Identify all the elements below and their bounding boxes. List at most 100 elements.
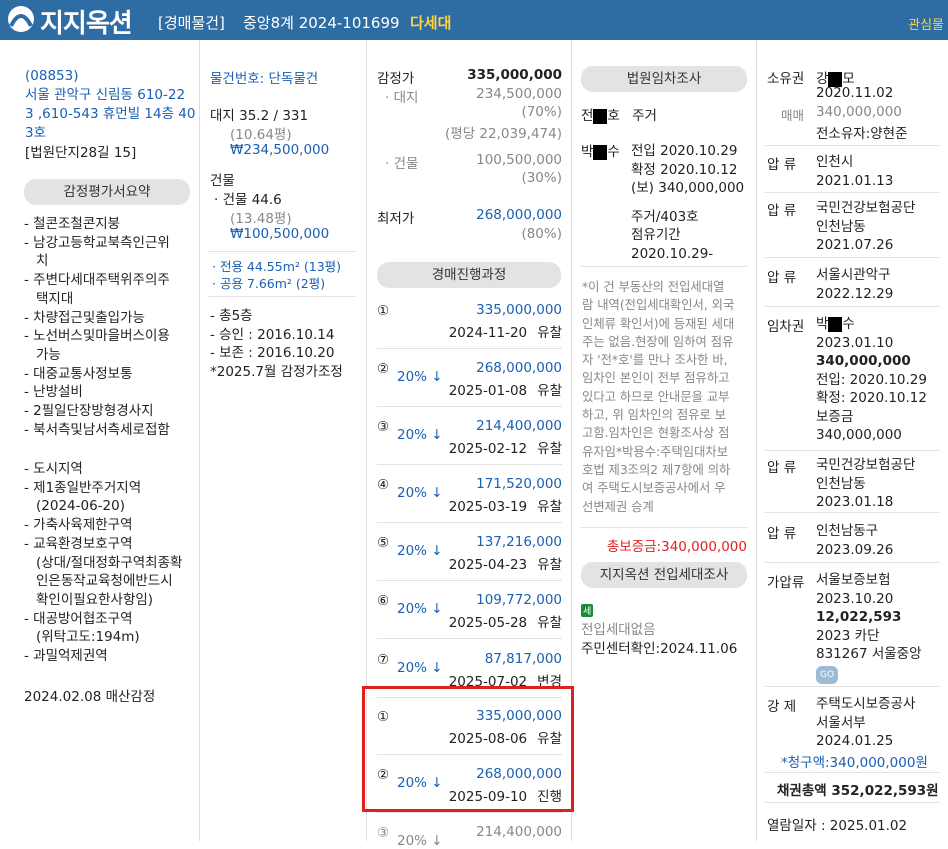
min-price-percent: (80%) (521, 226, 562, 242)
divider (765, 257, 940, 258)
summary-item: - 북서측및남서측세로접함 (24, 421, 196, 440)
lease-right: 박수 2023.01.10 340,000,000 전입: 2020.10.29… (816, 315, 927, 445)
appraisal-summary-button[interactable]: 감정평가서요약 (24, 179, 190, 205)
zoning-item-line: (2024-06-20) (36, 498, 125, 515)
claim-amount: *청구액:340,000,000원 (781, 755, 928, 771)
notice-line: 인체류 확인서)에 등재된 세대 (582, 316, 735, 331)
tenant-2-details: 전입 2020.10.29 확정 2020.10.12 (보) 340,000,… (631, 142, 744, 263)
divider (377, 580, 562, 581)
round-number: ⑤ (377, 535, 390, 551)
tenant-name-suffix: 호 (607, 108, 620, 124)
notice-line: *이 건 부동산의 전입세대열 (582, 280, 725, 294)
zoning-item-line: (위탁고도:194m) (36, 629, 140, 646)
round-result: 유찰 (537, 325, 562, 341)
divider (581, 266, 747, 267)
item-number: 물건번호: 단독물건 (210, 71, 319, 87)
building-pyeong: (13.48평) (230, 211, 292, 227)
divider (377, 348, 562, 349)
seizure-date: 2023.10.20 (816, 590, 894, 607)
column-divider (199, 40, 200, 841)
zoning-item: - 도시지역 (24, 460, 196, 479)
address-line: 서울 관악구 신림동 610-22 (25, 87, 186, 103)
zoning-item: - 대공방어협조구역 (위탁고도:194m) (24, 610, 196, 647)
divider (765, 512, 940, 513)
summary-item-line: - 북서측및남서측세로접함 (24, 421, 170, 438)
lease-date: 2023.01.10 (816, 334, 894, 351)
registry-line: 2023.01.18 (816, 494, 894, 510)
divider (765, 562, 940, 563)
previous-owner: 전소유자:양현준 (816, 126, 908, 142)
tenant-name-suffix: 수 (607, 144, 620, 160)
notice-line: 호법 제3조의2 제7항에 의하 (582, 462, 731, 477)
building-title: 건물 (210, 173, 235, 189)
court: 서울서부 (816, 714, 866, 731)
brand-name[interactable]: 지지옥션 (40, 3, 133, 40)
building-percent: (30%) (521, 170, 562, 186)
tenant-name: 전 (581, 108, 594, 124)
sale-label: 매매 (781, 108, 805, 123)
round-number: ⑦ (377, 652, 390, 668)
approval-date: - 승인 : 2016.10.14 (210, 326, 335, 343)
occupancy-period-label: 점유기간 (631, 227, 681, 243)
seizure-amount: 12,022,593 (816, 609, 902, 625)
lease-deposit: 340,000,000 (816, 427, 902, 443)
lease-deposit-label: 보증금 (816, 408, 854, 425)
land-percent: (70%) (521, 104, 562, 120)
no-households: 전입세대없음 (581, 622, 656, 638)
round-number: ③ (377, 419, 390, 435)
auction-process-button[interactable]: 경매진행과정 (377, 262, 561, 288)
round-date-result: 2025-02-12 유찰 (420, 437, 562, 457)
building-price: ₩100,500,000 (230, 226, 330, 242)
address-line: 3 ,610-543 휴먼빌 14층 40 (25, 106, 196, 122)
building-label: · 건물 (385, 156, 419, 172)
zoning-item-line: - 대공방어협조구역 (24, 610, 133, 627)
round-date-result: 2025-04-23 유찰 (420, 553, 562, 573)
registry-detail: 인천시 2021.01.13 (816, 153, 893, 190)
address-block[interactable]: (08853) 서울 관악구 신림동 610-22 3 ,610-543 휴먼빌… (25, 67, 196, 143)
go-button[interactable]: GO (816, 665, 839, 684)
redaction (828, 316, 843, 332)
favorite-link[interactable]: 관심물 (908, 14, 944, 33)
court-tenant-survey-button[interactable]: 법원임차조사 (581, 66, 747, 92)
divider (377, 812, 562, 813)
round-reduction: 20% ↓ (397, 833, 443, 849)
owner: 강모 (816, 67, 855, 87)
round-date-result: 2025-01-08 유찰 (420, 379, 562, 399)
registry-label: 압 류 (767, 270, 797, 286)
summary-item-line: 택지대 (36, 290, 74, 307)
zoning-item-line: - 가축사육제한구역 (24, 517, 133, 534)
summary-item-line: - 남강고등학교북측인근위 (24, 234, 170, 251)
round-price: 214,400,000 (476, 418, 562, 434)
round-price: 109,772,000 (476, 592, 562, 608)
divider (377, 406, 562, 407)
creditor: 서울보증보험 (816, 572, 891, 588)
registry-line: 2022.12.29 (816, 285, 894, 302)
land-label: · 대지 (385, 90, 419, 106)
notice-line: 주는 없음.현장에 임하여 점유 (582, 334, 734, 349)
top-header: 지지옥션 [경매물건] 중앙8계 2024-101699 다세대 관심물 (0, 0, 948, 40)
appraisal-date: 2024.02.08 매산감정 (24, 689, 156, 705)
appraisal-summary-list: - 철콘조철콘지붕 - 남강고등학교북측인근위 치 - 주변다세대주택위주의주 택지대 -… (24, 215, 196, 439)
registry-line: 인천남동구 (816, 523, 879, 539)
zoning-item-line: - 교육환경보호구역 (24, 535, 133, 552)
divider (765, 450, 940, 451)
appraisal-value: 335,000,000 (467, 67, 562, 83)
tenant-use: 주거 (632, 108, 657, 124)
filing-date: 2024.01.25 (816, 733, 894, 749)
category-tag: [경매물건] (158, 14, 225, 32)
round-date-result: 2025-05-28 유찰 (420, 611, 562, 631)
notice-line: 선변제권 승계 (582, 499, 654, 514)
logo-icon (8, 6, 34, 32)
round-result: 유찰 (537, 383, 562, 399)
round-date: 2025-03-19 (448, 499, 528, 515)
case-label: 2023 카단 (816, 627, 880, 644)
divider (765, 802, 940, 803)
summary-item-line: 치 (36, 253, 49, 270)
floors: - 총5층 (210, 308, 253, 324)
zoning-item-line: 인은동작교육청에반드시 (36, 573, 173, 590)
land-price: ₩234,500,000 (230, 142, 330, 158)
court-case: 831267 서울중앙 (816, 646, 922, 662)
summary-item: - 주변다세대주택위주의주 택지대 (24, 271, 196, 308)
move-in-survey-button[interactable]: 지지옥션 전입세대조사 (581, 562, 747, 588)
round-date-result: 2025-03-19 유찰 (420, 495, 562, 515)
